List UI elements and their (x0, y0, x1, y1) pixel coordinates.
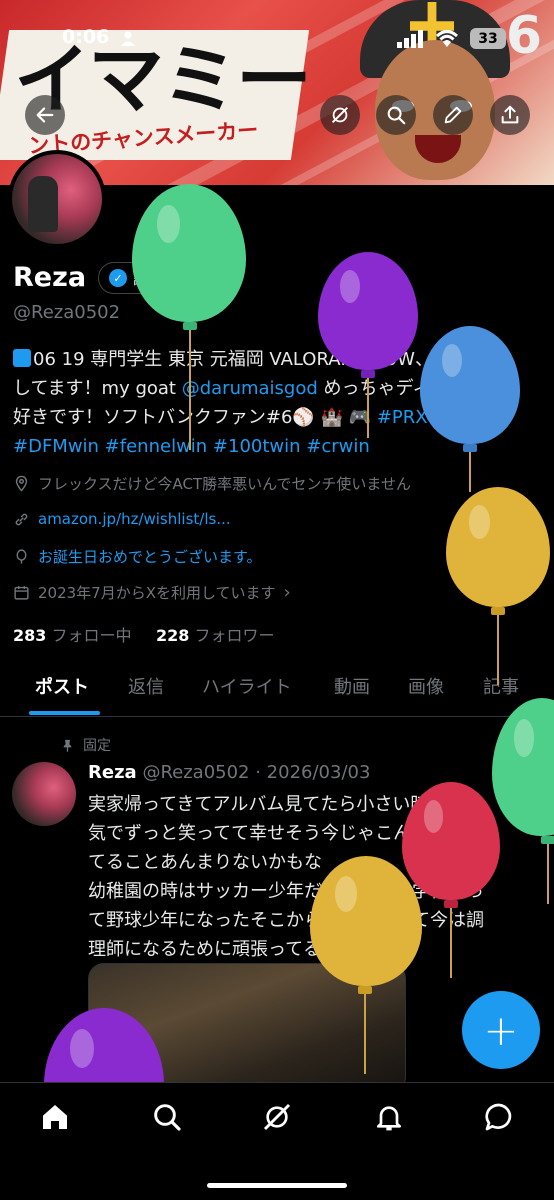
messages-icon[interactable] (483, 1101, 515, 1133)
calendar-icon (14, 586, 29, 600)
home-icon[interactable] (39, 1101, 71, 1133)
pinned-label: 固定 (60, 735, 111, 755)
banner-number: 6 (505, 6, 542, 66)
post-line: てることあんまりないかもな (88, 852, 322, 873)
balloon-icon (16, 549, 27, 564)
pinned-text: 固定 (83, 738, 111, 754)
status-time: 0:06 (62, 26, 110, 48)
post-handle-date: @Reza0502 · 2026/03/03 (142, 762, 371, 783)
notifications-icon[interactable] (373, 1101, 405, 1133)
website-link[interactable]: amazon.jp/hz/wishlist/ls... (38, 510, 231, 528)
back-button[interactable] (25, 95, 65, 135)
grok-nav-icon[interactable] (261, 1101, 293, 1133)
post-line: て野球少年になったそこから高一でやめて今は調 (88, 910, 484, 931)
bio-line-2b: めっちゃディズニー (317, 378, 485, 399)
post-avatar[interactable] (12, 762, 76, 826)
tab-videos[interactable]: 動画 (334, 673, 370, 699)
location-pin-icon (15, 475, 28, 492)
share-button[interactable] (490, 95, 530, 135)
link-icon (15, 513, 28, 525)
compose-post-button[interactable]: + (462, 991, 540, 1069)
tab-posts[interactable]: ポスト (35, 673, 89, 699)
search-button[interactable] (376, 95, 416, 135)
share-icon (501, 105, 519, 124)
get-verified-label: 認証を受ける (133, 269, 224, 288)
bio-line-2a: してます！my goat (13, 378, 182, 399)
post-line: 幼稚園の時はサッカー少年だったのに小学校入っ (88, 881, 484, 902)
battery-indicator: 33 (470, 28, 506, 49)
wifi-icon (435, 30, 459, 47)
following-count[interactable]: 283 フォロー中 (13, 622, 132, 646)
post-line: 気でずっと笑ってて幸せそう今じゃこんなに笑っ (88, 823, 484, 844)
birthday-text: お誕生日おめでとうございます。 (38, 548, 262, 566)
location-text: フレックスだけど今ACT勝率悪いんでセンチ使いません (38, 475, 411, 493)
following-number: 283 (13, 626, 47, 645)
profile-website[interactable]: amazon.jp/hz/wishlist/ls... (13, 510, 231, 528)
pin-icon (63, 739, 72, 752)
edit-icon (444, 106, 462, 124)
grok-icon (331, 106, 349, 124)
profile-name: Reza (13, 262, 87, 293)
signal-icon (397, 30, 423, 48)
profile-location: フレックスだけど今ACT勝率悪いんでセンチ使いません (13, 473, 411, 494)
profile-bio: 06 19 専門学生 東京 元福岡 VALORANT、OW、APEX してます！… (13, 345, 543, 461)
followers-count[interactable]: 228 フォロワー (156, 622, 275, 646)
back-arrow-icon (36, 107, 54, 123)
post-author[interactable]: Reza (88, 762, 137, 783)
balloon-yellow (446, 487, 550, 607)
person-status-icon (121, 31, 135, 46)
search-icon (387, 106, 406, 125)
tab-articles[interactable]: 記事 (483, 673, 519, 699)
bio-hashtags[interactable]: #DFMwin #fennelwin #100twin #crwin (13, 432, 543, 461)
balloon-green (132, 184, 246, 322)
get-verified-button[interactable]: ✓ 認証を受ける (98, 262, 239, 294)
edit-button[interactable] (433, 95, 473, 135)
verified-badge-icon: ✓ (109, 269, 127, 287)
tabs-divider (0, 716, 554, 717)
active-tab-indicator (29, 711, 100, 715)
post-line: 理師になるために頑張ってる (88, 939, 322, 960)
profile-joined[interactable]: 2023年7月からXを利用しています › (13, 582, 291, 603)
bio-hashtag-prxwin[interactable]: #PRXWIN (377, 407, 464, 428)
followers-number: 228 (156, 626, 190, 645)
post-text[interactable]: 実家帰ってきてアルバム見てたら小さい時は無邪 気でずっと笑ってて幸せそう今じゃこ… (88, 790, 540, 964)
followers-label: フォロワー (194, 626, 275, 645)
bio-mention-link[interactable]: @darumaisgod (182, 378, 318, 399)
accessibility-emoji-icon (13, 349, 31, 367)
chevron-right-icon: › (283, 582, 291, 603)
profile-avatar[interactable] (8, 150, 106, 248)
post-header: Reza @Reza0502 · 2026/03/03 (88, 762, 370, 783)
bio-line-3a: 好きです！ソフトバンクファン#6⚾ 🏰 🎮 (13, 407, 377, 428)
tab-highlights[interactable]: ハイライト (202, 673, 292, 699)
post-media-image[interactable] (88, 963, 406, 1093)
home-indicator (207, 1183, 347, 1188)
profile-handle: @Reza0502 (13, 302, 121, 323)
plus-icon: + (483, 1005, 519, 1055)
tab-images[interactable]: 画像 (408, 673, 444, 699)
tab-replies[interactable]: 返信 (128, 673, 164, 699)
joined-text: 2023年7月からXを利用しています (38, 584, 276, 602)
explore-icon[interactable] (151, 1101, 183, 1133)
post-line: 実家帰ってきてアルバム見てたら小さい時は無邪 (88, 794, 483, 815)
following-label: フォロー中 (51, 626, 132, 645)
profile-birthday: お誕生日おめでとうございます。 (13, 546, 262, 567)
grok-button[interactable] (320, 95, 360, 135)
bio-line-1: 06 19 専門学生 東京 元福岡 VALORANT、OW、APEX (33, 349, 480, 370)
